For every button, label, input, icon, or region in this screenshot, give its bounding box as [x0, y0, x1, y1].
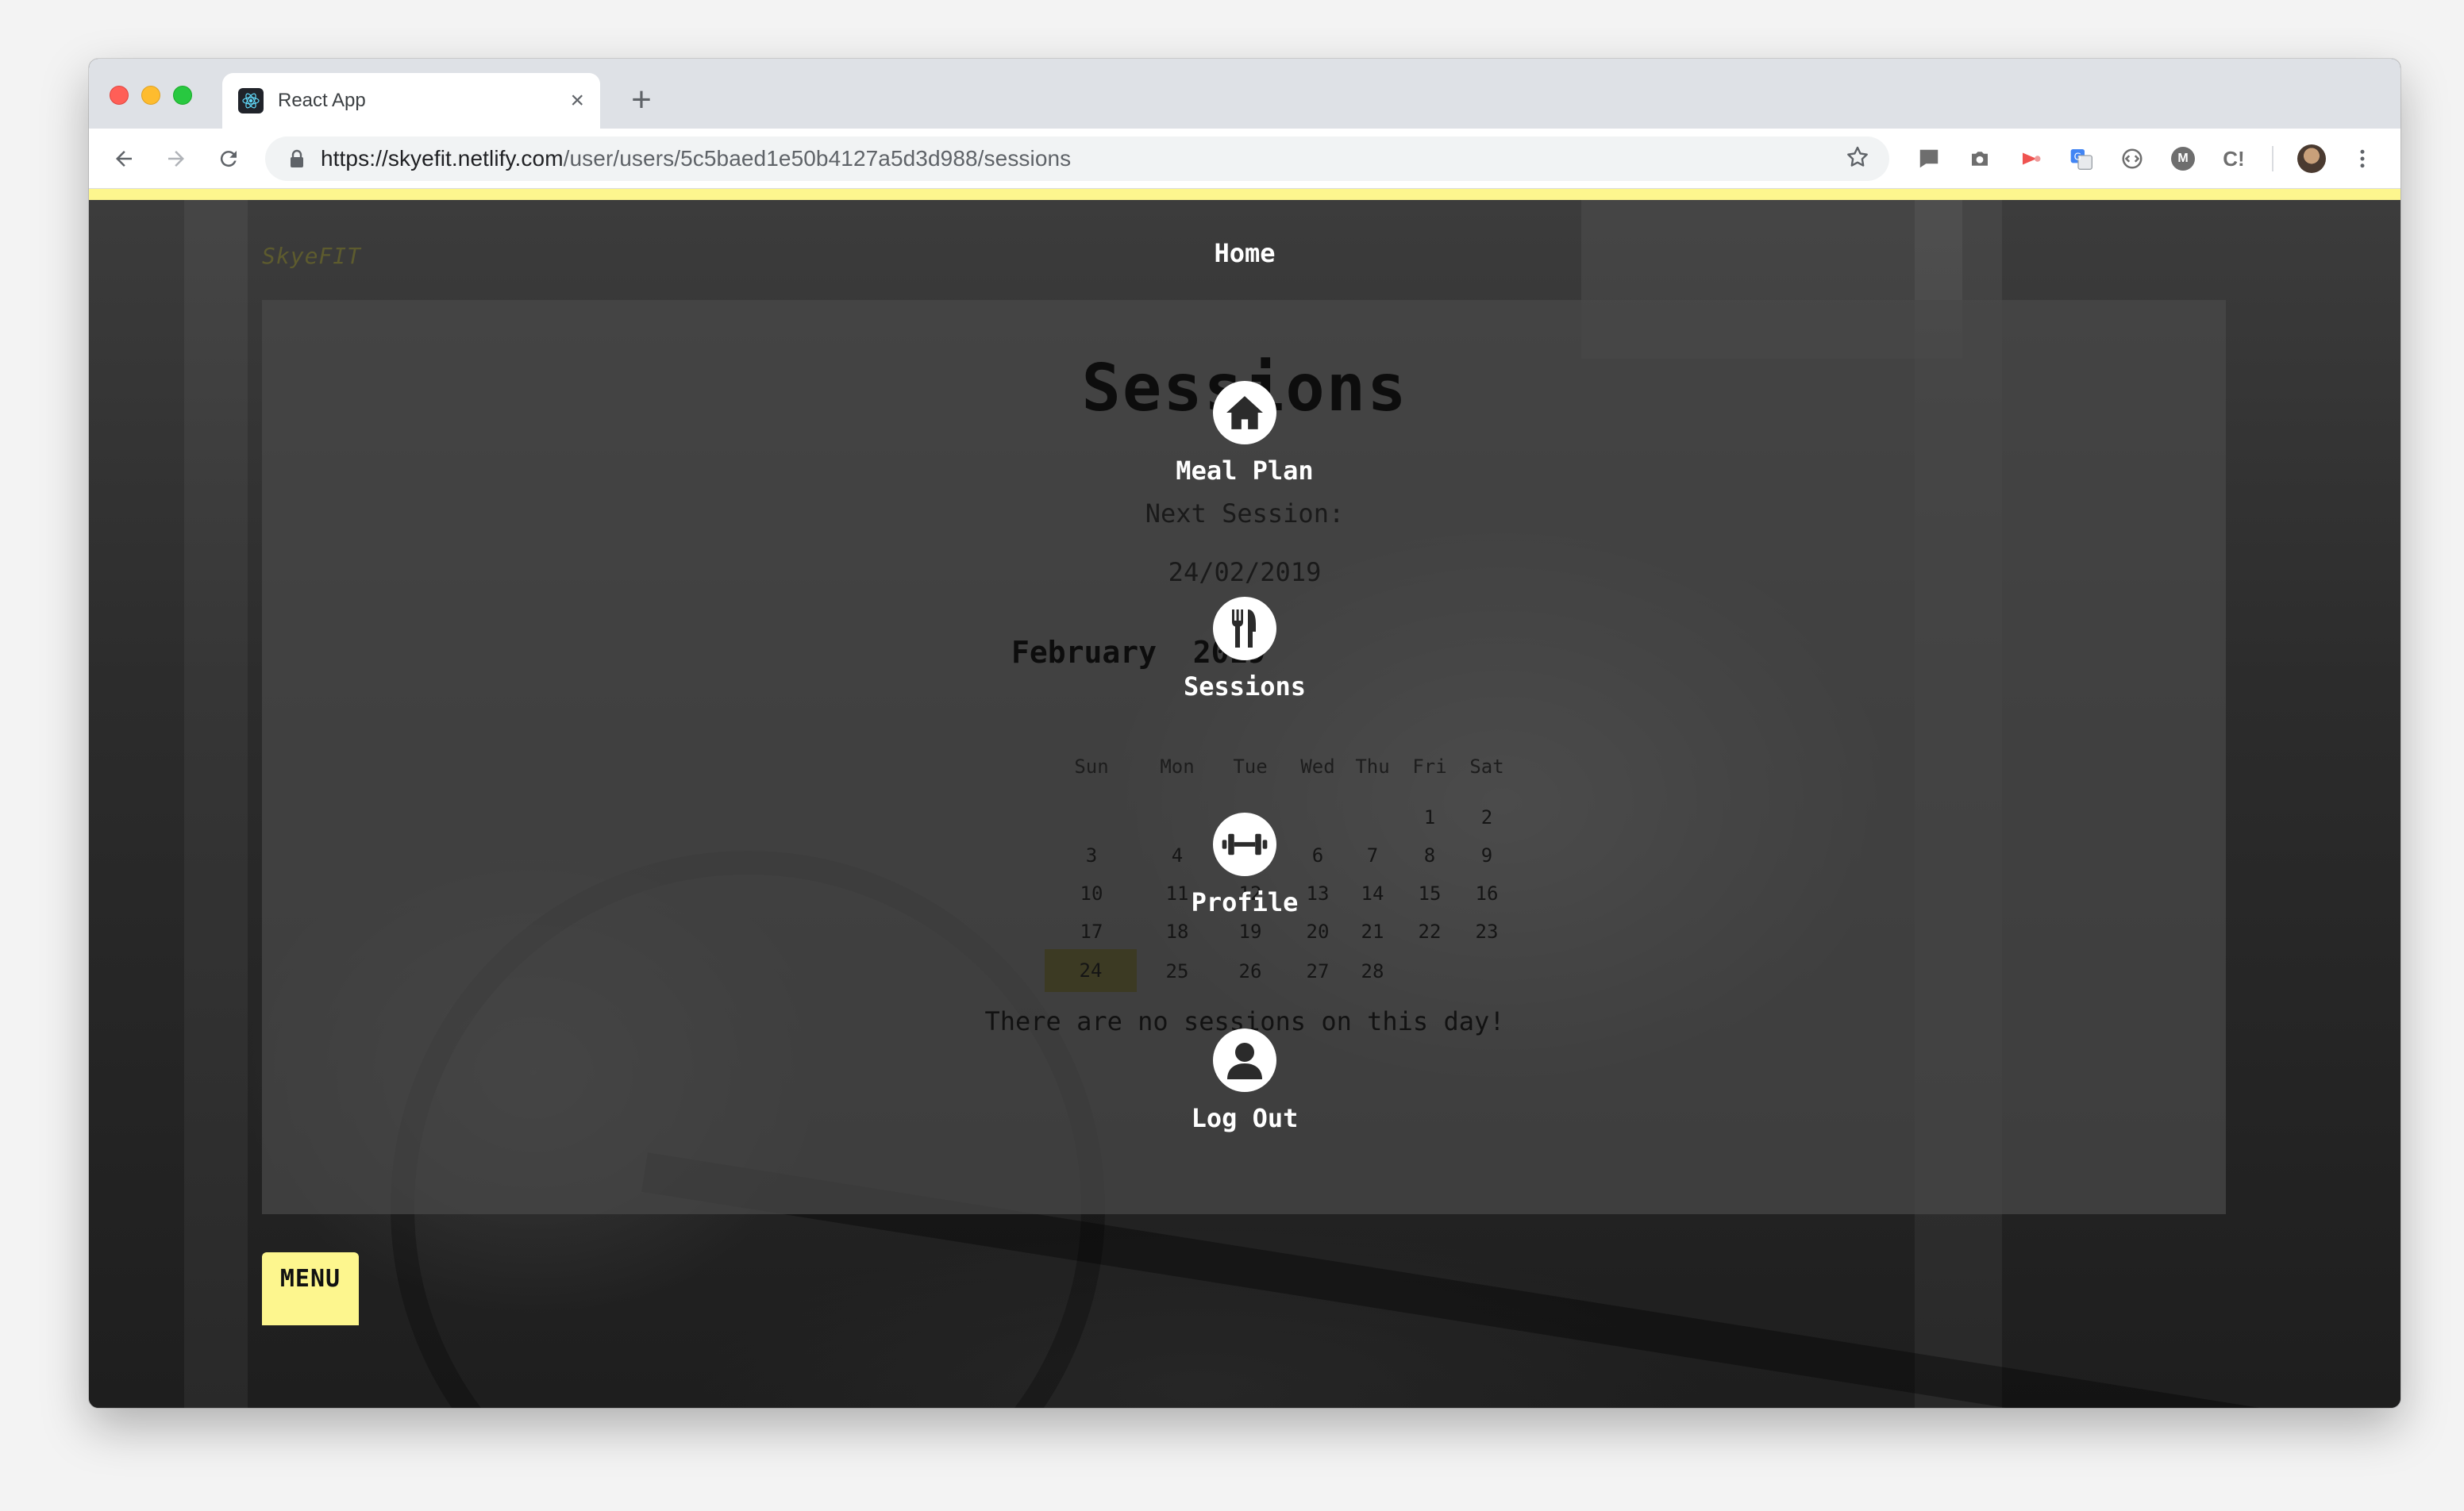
- calendar-day[interactable]: 4: [1134, 836, 1221, 875]
- reload-icon[interactable]: [208, 138, 249, 179]
- calendar-day[interactable]: 20: [1286, 913, 1349, 951]
- calendar-weekday: Mon: [1160, 756, 1195, 778]
- m-extension-letter: M: [2171, 147, 2195, 171]
- nav-meal-plan-label[interactable]: Meal Plan: [89, 456, 2400, 486]
- calendar-day[interactable]: 23: [1459, 913, 1515, 951]
- toolbar-divider: [2272, 146, 2273, 171]
- calendar-day[interactable]: 19: [1215, 913, 1286, 951]
- nav-home-label[interactable]: Home: [89, 238, 2400, 268]
- avatar-image: [2297, 144, 2326, 173]
- chrome-menu-icon[interactable]: [2343, 140, 2381, 178]
- m-extension-icon[interactable]: M: [2164, 140, 2202, 178]
- back-icon[interactable]: [103, 138, 144, 179]
- user-icon[interactable]: [1213, 1028, 1276, 1092]
- browser-window: React App × + https://skyefit.netlify.co…: [89, 59, 2400, 1408]
- calendar-day[interactable]: 2: [1459, 798, 1515, 836]
- browser-toolbar: https://skyefit.netlify.com/user/users/5…: [89, 129, 2400, 189]
- nav-logout-label[interactable]: Log Out: [89, 1103, 2400, 1133]
- menu-button[interactable]: MENU: [262, 1252, 359, 1325]
- maximize-window-button[interactable]: [173, 86, 192, 105]
- url-domain: https://skyefit.netlify.com: [321, 146, 564, 171]
- close-window-button[interactable]: [110, 86, 129, 105]
- calendar-day[interactable]: 7: [1345, 836, 1400, 875]
- calendar-month: February: [1011, 635, 1157, 670]
- address-bar[interactable]: https://skyefit.netlify.com/user/users/5…: [265, 136, 1889, 181]
- minimize-window-button[interactable]: [141, 86, 160, 105]
- calendar-day[interactable]: 25: [1134, 952, 1221, 990]
- translate-extension-icon[interactable]: G: [2062, 140, 2100, 178]
- camera-extension-icon[interactable]: [1961, 140, 1999, 178]
- top-accent-bar: [89, 189, 2400, 200]
- svg-text:G: G: [2074, 151, 2081, 162]
- calendar-weekday: Fri: [1412, 756, 1447, 778]
- calendar-day-selected[interactable]: 24: [1045, 949, 1137, 992]
- calendar-weekday: Tue: [1233, 756, 1268, 778]
- nav-profile-label[interactable]: Profile: [89, 887, 2400, 917]
- calendar-weekday: Sun: [1074, 756, 1109, 778]
- calendar-day[interactable]: 22: [1402, 913, 1457, 951]
- c-extension-icon[interactable]: C!: [2215, 140, 2253, 178]
- calendar-day[interactable]: 3: [1048, 836, 1135, 875]
- calendar-day[interactable]: 21: [1345, 913, 1400, 951]
- url-text: https://skyefit.netlify.com/user/users/5…: [321, 146, 1845, 171]
- c-extension-letter: C!: [2223, 146, 2245, 171]
- tab-bar: React App × +: [89, 59, 2400, 129]
- next-session-date: 24/02/2019: [1168, 557, 1322, 587]
- calendar-day[interactable]: 9: [1459, 836, 1515, 875]
- tab-title: React App: [278, 90, 366, 111]
- fork-knife-icon[interactable]: [1213, 597, 1276, 660]
- calendar-day[interactable]: 17: [1048, 913, 1135, 951]
- calendar-day[interactable]: 18: [1134, 913, 1221, 951]
- new-tab-button[interactable]: +: [619, 78, 664, 122]
- bookmark-star-icon[interactable]: [1845, 144, 1870, 174]
- calendar-day[interactable]: 27: [1286, 952, 1349, 990]
- browser-tab[interactable]: React App ×: [222, 73, 600, 129]
- calendar-day[interactable]: 28: [1345, 952, 1400, 990]
- calendar-weekday: Thu: [1355, 756, 1390, 778]
- dumbbell-icon[interactable]: [1213, 813, 1276, 876]
- calendar-day[interactable]: 1: [1402, 798, 1457, 836]
- video-extension-icon[interactable]: [2012, 140, 2050, 178]
- url-path: /user/users/5c5baed1e50b4127a5d3d988/ses…: [563, 146, 1072, 171]
- chat-extension-icon[interactable]: [1910, 140, 1948, 178]
- profile-avatar[interactable]: [2293, 140, 2331, 178]
- lock-icon: [289, 149, 305, 168]
- tab-close-icon[interactable]: ×: [570, 89, 584, 113]
- nav-sessions-label[interactable]: Sessions: [89, 671, 2400, 702]
- code-extension-icon[interactable]: [2113, 140, 2151, 178]
- calendar-day[interactable]: 8: [1402, 836, 1457, 875]
- calendar-day[interactable]: 26: [1215, 952, 1286, 990]
- react-icon: [238, 88, 264, 113]
- calendar-day[interactable]: 6: [1286, 836, 1349, 875]
- forward-icon[interactable]: [156, 138, 197, 179]
- home-icon[interactable]: [1213, 381, 1276, 444]
- calendar-weekday: Sat: [1469, 756, 1504, 778]
- calendar-weekday: Wed: [1300, 756, 1335, 778]
- next-session-label: Next Session:: [1145, 498, 1345, 529]
